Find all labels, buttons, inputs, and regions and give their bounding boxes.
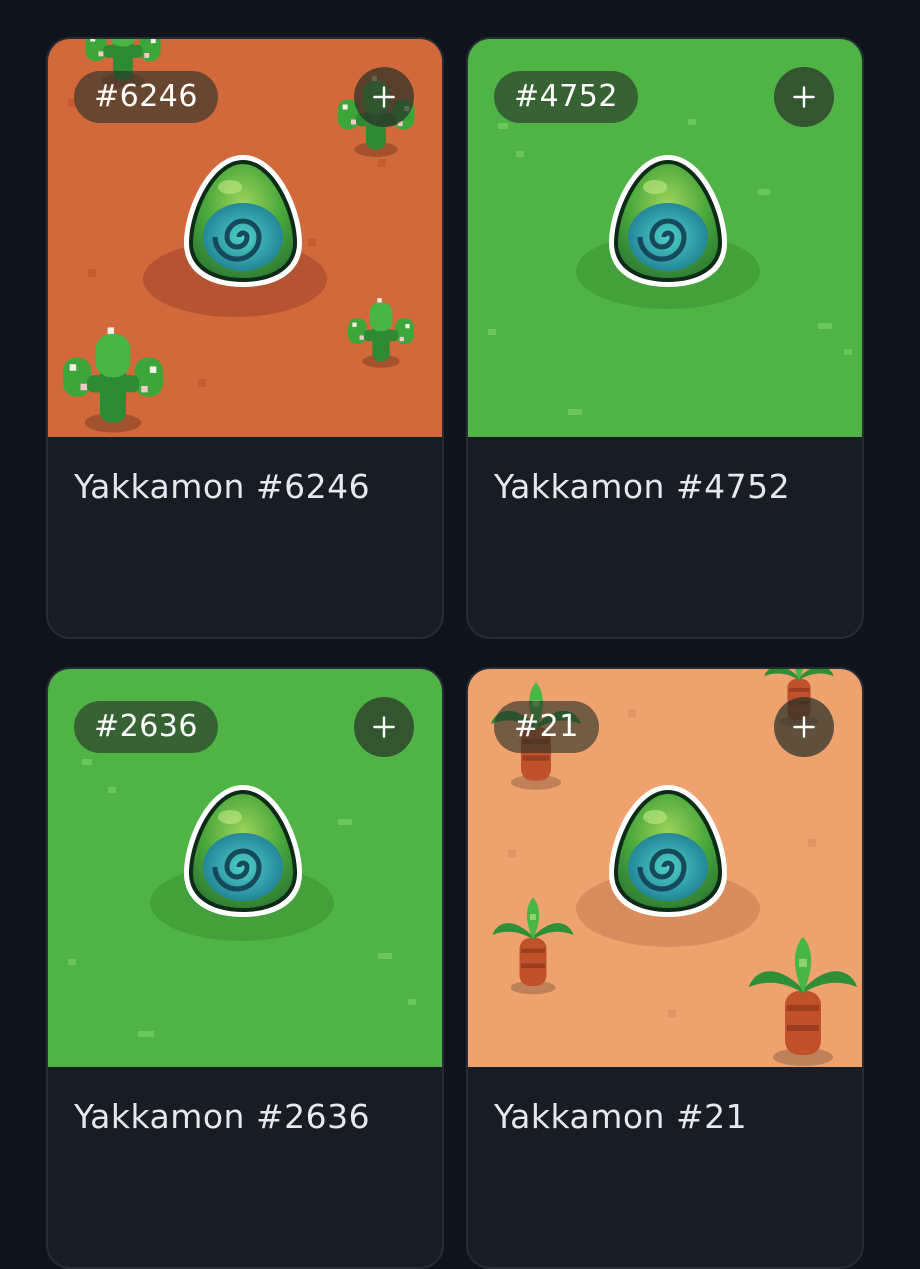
token-id-badge: #6246 — [74, 71, 218, 123]
add-button[interactable] — [354, 697, 414, 757]
plus-icon — [793, 86, 815, 108]
token-id-badge: #2636 — [74, 701, 218, 753]
nft-grid: #6246 Yakkamon #6246 #4752 Yakkamon #475… — [0, 0, 920, 1269]
nft-name: Yakkamon #21 — [494, 1097, 748, 1136]
add-button[interactable] — [354, 67, 414, 127]
add-button[interactable] — [774, 697, 834, 757]
nft-name: Yakkamon #4752 — [494, 467, 791, 506]
nft-card[interactable]: #4752 Yakkamon #4752 — [466, 37, 864, 639]
plus-icon — [793, 716, 815, 738]
token-id-badge: #21 — [494, 701, 599, 753]
token-id-badge: #4752 — [494, 71, 638, 123]
nft-card[interactable]: #6246 Yakkamon #6246 — [46, 37, 444, 639]
plus-icon — [373, 716, 395, 738]
nft-name: Yakkamon #6246 — [74, 467, 371, 506]
nft-name: Yakkamon #2636 — [74, 1097, 371, 1136]
add-button[interactable] — [774, 67, 834, 127]
plus-icon — [373, 86, 395, 108]
nft-card[interactable]: #2636 Yakkamon #2636 — [46, 667, 444, 1269]
nft-card[interactable]: #21 Yakkamon #21 — [466, 667, 864, 1269]
